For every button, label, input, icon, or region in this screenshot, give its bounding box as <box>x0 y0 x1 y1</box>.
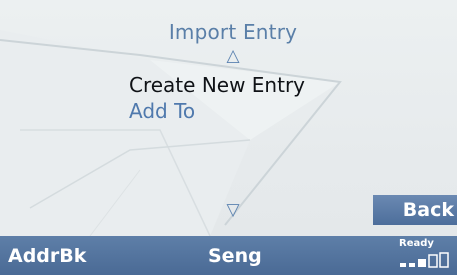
back-button[interactable]: Back <box>373 195 457 225</box>
menu-item-create-new-entry[interactable]: Create New Entry <box>129 73 305 97</box>
back-button-label: Back <box>402 199 454 221</box>
scroll-down-icon[interactable]: ▽ <box>222 200 244 220</box>
signal-strength-icon <box>400 252 449 268</box>
menu-item-add-to[interactable]: Add To <box>129 99 195 123</box>
menu-title: Import Entry <box>168 20 298 44</box>
display-screen: Import Entry △ Create New Entry Add To ▽… <box>0 0 457 275</box>
addrbk-softkey[interactable]: AddrBk <box>8 245 86 267</box>
status-bar: AddrBk Seng Ready <box>0 236 457 275</box>
scroll-up-icon[interactable]: △ <box>222 46 244 66</box>
status-ready-text: Ready <box>399 238 434 249</box>
seng-softkey[interactable]: Seng <box>208 245 262 267</box>
